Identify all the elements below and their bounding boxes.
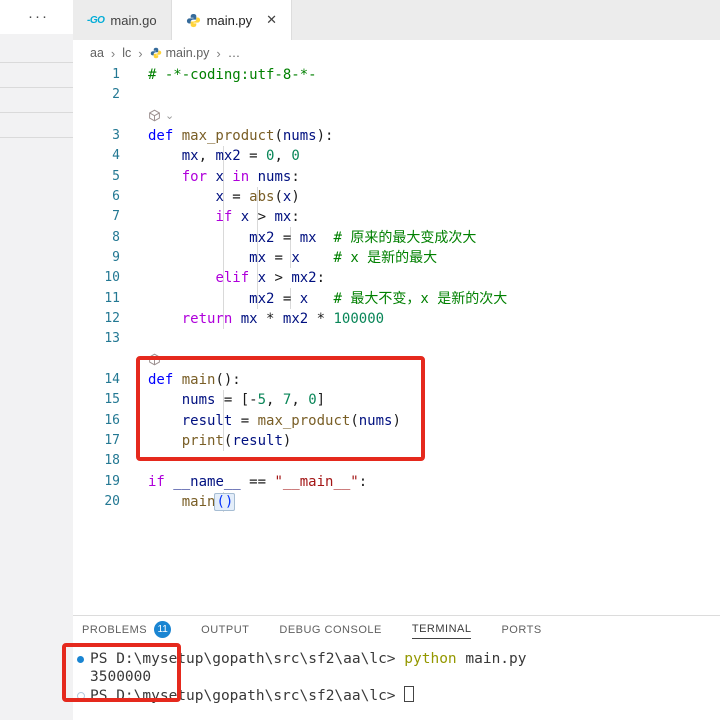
python-file-icon bbox=[186, 13, 200, 27]
line-number: 5 bbox=[112, 168, 120, 184]
editor-decoration-row[interactable]: ⌄ bbox=[73, 106, 720, 126]
line-number: 4 bbox=[112, 148, 120, 164]
line-number: 12 bbox=[104, 310, 120, 326]
code-line[interactable]: 11 mx2 = x # 最大不变，x 是新的次大 bbox=[73, 289, 720, 309]
terminal-cursor bbox=[404, 686, 415, 702]
code-line[interactable]: 13 bbox=[73, 329, 720, 349]
python-file-icon bbox=[150, 47, 161, 59]
code-line[interactable]: 4 mx, mx2 = 0, 0 bbox=[73, 146, 720, 166]
breadcrumb-label: main.py bbox=[165, 46, 210, 60]
breadcrumb-separator: › bbox=[216, 45, 221, 61]
code-line[interactable]: 7 if x > mx: bbox=[73, 207, 720, 227]
editor-tab-main-go[interactable]: -GO main.go bbox=[73, 0, 172, 40]
code-line[interactable]: 20 main() bbox=[73, 492, 720, 512]
annotation-box-terminal-output bbox=[62, 643, 181, 702]
editor-tab-bar: -GO main.go main.py ✕ bbox=[73, 0, 720, 40]
annotation-box-main-function bbox=[136, 356, 425, 461]
line-number: 3 bbox=[112, 127, 120, 143]
code-line[interactable]: 6 x = abs(x) bbox=[73, 187, 720, 207]
matched-bracket: () bbox=[214, 492, 236, 511]
code-editor[interactable]: 1 # -*-coding:utf-8-*- 2 ⌄ 3 def max_product(… bbox=[73, 66, 720, 615]
line-number: 1 bbox=[112, 67, 120, 82]
code-line[interactable]: 2 bbox=[73, 85, 720, 105]
panel-tab-ports[interactable]: PORTS bbox=[501, 624, 541, 639]
sidebar-divider bbox=[0, 112, 73, 113]
line-number: 19 bbox=[104, 473, 120, 489]
code-line[interactable]: 3 def max_product(nums): bbox=[73, 126, 720, 146]
code-line[interactable]: 5 for x in nums: bbox=[73, 167, 720, 187]
breadcrumb-separator: › bbox=[110, 45, 116, 61]
line-number: 10 bbox=[104, 270, 120, 286]
line-number bbox=[73, 106, 148, 126]
sidebar-divider bbox=[0, 87, 73, 88]
panel-tab-terminal[interactable]: TERMINAL bbox=[411, 623, 472, 639]
line-number: 2 bbox=[112, 87, 120, 103]
chevron-down-icon[interactable]: ⌄ bbox=[165, 110, 174, 121]
sidebar bbox=[0, 0, 74, 720]
terminal-command-arg: main.py bbox=[465, 651, 527, 667]
panel-tab-problems[interactable]: PROBLEMS 11 bbox=[82, 621, 172, 641]
code-line[interactable]: 9 mx = x # x 是新的最大 bbox=[73, 248, 720, 268]
breadcrumb-item-more[interactable]: … bbox=[228, 46, 241, 60]
breadcrumb-item-aa[interactable]: aa bbox=[90, 46, 104, 60]
line-number: 6 bbox=[112, 188, 120, 204]
panel-tab-debug-console[interactable]: DEBUG CONSOLE bbox=[279, 624, 381, 639]
panel-tab-label: PROBLEMS bbox=[82, 623, 148, 636]
breadcrumb-item-lc[interactable]: lc bbox=[122, 46, 131, 60]
code-line[interactable]: 19 if __name__ == "__main__": bbox=[73, 472, 720, 492]
panel-tab-output[interactable]: OUTPUT bbox=[201, 624, 249, 639]
line-number: 7 bbox=[112, 209, 120, 225]
vscode-window: ··· -GO main.go main.py ✕ aa › lc › main… bbox=[0, 0, 720, 720]
cube-icon[interactable] bbox=[148, 109, 161, 122]
breadcrumb-item-mainpy[interactable]: main.py bbox=[150, 46, 210, 60]
line-number: 20 bbox=[104, 493, 120, 509]
panel-tab-bar: PROBLEMS 11 OUTPUT DEBUG CONSOLE TERMINA… bbox=[73, 616, 720, 646]
line-number: 9 bbox=[112, 249, 120, 265]
sidebar-divider bbox=[0, 62, 73, 63]
tab-label: main.go bbox=[110, 12, 157, 28]
line-number: 11 bbox=[104, 290, 120, 306]
code-line[interactable]: 10 elif x > mx2: bbox=[73, 268, 720, 288]
close-icon[interactable]: ✕ bbox=[266, 12, 277, 28]
line-number: 13 bbox=[104, 331, 120, 347]
line-number: 8 bbox=[112, 229, 120, 245]
sidebar-divider bbox=[0, 137, 73, 138]
editor-tab-main-py[interactable]: main.py ✕ bbox=[171, 0, 293, 40]
breadcrumb: aa › lc › main.py › … bbox=[73, 40, 720, 66]
code-line[interactable]: 1 # -*-coding:utf-8-*- bbox=[73, 66, 720, 85]
code-line[interactable]: 12 return mx * mx2 * 100000 bbox=[73, 309, 720, 329]
breadcrumb-separator: › bbox=[138, 45, 143, 61]
problems-count-badge: 11 bbox=[154, 621, 172, 638]
tab-label: main.py bbox=[206, 12, 253, 28]
more-actions-icon[interactable]: ··· bbox=[28, 8, 49, 25]
code-line[interactable]: 8 mx2 = mx # 原来的最大变成次大 bbox=[73, 228, 720, 248]
go-file-icon: -GO bbox=[87, 14, 105, 26]
terminal-command: python bbox=[404, 651, 466, 667]
